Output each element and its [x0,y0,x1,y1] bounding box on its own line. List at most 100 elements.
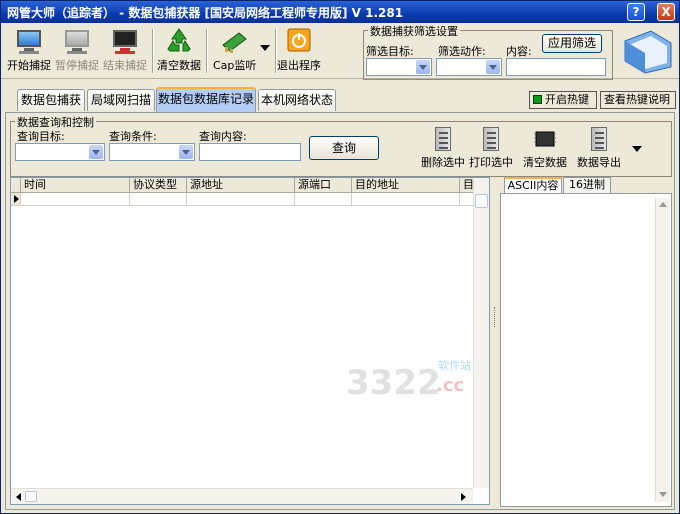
column-header-destination-address[interactable]: 目的地址 [352,178,460,193]
cap-listen-dropdown[interactable] [259,41,271,54]
delete-selected-label: 删除选中 [421,156,465,169]
export-dropdown[interactable] [631,142,643,155]
folder-logo-icon [624,30,672,74]
chevron-down-icon[interactable] [486,60,500,74]
site-watermark: 3322 .cc 软件站 [346,353,486,413]
tab-packet-capture[interactable]: 数据包捕获 [17,89,85,111]
status-indicator-icon [533,95,542,104]
stop-capture-button[interactable]: 结束捕捉 [103,27,147,73]
arrow-up-icon [659,202,667,207]
print-selected-label: 打印选中 [469,156,513,169]
filter-action-combo[interactable] [436,58,502,76]
monitor-network-icon [62,27,92,55]
watermark-suffix: .cc [436,375,465,396]
app-logo [621,27,675,75]
start-capture-button[interactable]: 开始捕捉 [7,27,51,73]
exit-label: 退出程序 [277,59,321,72]
capture-filter-group: 数据捕获筛选设置 筛选目标: 筛选动作: 内容: 应用筛选 [363,23,613,80]
title-bar[interactable]: 网管大师（追踪者） - 数据包捕获器 [国安局网络工程师专用版] V 1.281… [1,1,679,23]
close-button[interactable]: X [657,3,675,21]
query-content-label: 查询内容: [199,130,247,143]
chevron-down-icon[interactable] [89,145,103,159]
enable-hotkey-label: 开启热键 [545,93,589,106]
query-target-label: 查询目标: [17,130,65,143]
window-title: 网管大师（追踪者） - 数据包捕获器 [国安局网络工程师专用版] V 1.281 [7,6,404,20]
filter-target-combo[interactable] [366,58,432,76]
main-tab-bar: 数据包捕获 局域网扫描 数据包数据库记录 本机网络状态 开启热键 查看热键说明 [1,85,679,113]
query-target-combo[interactable] [15,143,105,161]
filter-content-label: 内容: [506,45,532,58]
clear-data-label: 清空数据 [157,59,201,72]
pane-splitter[interactable] [492,177,498,505]
app-window: 网管大师（追踪者） - 数据包捕获器 [国安局网络工程师专用版] V 1.281… [0,0,680,514]
cap-listen-button[interactable]: Cap监听 [213,27,257,73]
table-vertical-scrollbar[interactable] [473,178,489,488]
query-condition-combo[interactable] [109,143,195,161]
chip-icon [532,126,558,152]
enable-hotkey-button[interactable]: 开启热键 [529,91,597,109]
table-horizontal-scrollbar[interactable] [11,488,473,504]
column-header-source-port[interactable]: 源端口 [295,178,352,193]
packet-records-table[interactable]: 时间 协议类型 源地址 源端口 目的地址 目 [10,177,490,505]
apply-filter-button[interactable]: 应用筛选 [542,34,602,53]
scroll-thumb[interactable] [475,194,488,208]
delete-selected-button[interactable]: 删除选中 [421,126,465,170]
hotkey-help-button[interactable]: 查看热键说明 [600,91,676,109]
toolbar-separator [275,29,276,73]
column-header-time[interactable]: 时间 [21,178,130,193]
chevron-down-icon[interactable] [416,60,430,74]
table-cell[interactable] [187,193,295,206]
query-control-group: 数据查询和控制 查询目标: 查询条件: 查询内容: 查询 删除选中 打印选中 清… [10,114,672,177]
column-header-destination-port[interactable]: 目 [460,178,474,193]
clear-database-button[interactable]: 清空数据 [523,126,567,170]
filter-target-label: 筛选目标: [366,45,414,58]
watermark-site: 软件站 [438,359,471,372]
clear-database-label: 清空数据 [523,156,567,169]
detail-vertical-scrollbar[interactable] [655,198,670,502]
arrow-left-icon [16,493,21,501]
print-document-icon [478,126,504,152]
query-button[interactable]: 查询 [309,136,379,160]
chevron-down-icon[interactable] [179,145,193,159]
cap-listen-label: Cap监听 [213,59,257,72]
tab-local-network-status[interactable]: 本机网络状态 [258,89,336,111]
power-icon [284,27,314,55]
arrow-right-icon [461,493,466,501]
chevron-down-icon [632,146,642,152]
toolbar-separator [206,29,207,73]
table-cell[interactable] [130,193,187,206]
tab-hex[interactable]: 16进制 [563,177,611,193]
start-capture-label: 开始捕捉 [7,59,51,72]
packet-detail-pane: ASCII内容 16进制 [500,177,672,507]
stop-capture-label: 结束捕捉 [103,59,147,72]
table-cell[interactable] [460,193,474,206]
table-cell[interactable] [295,193,352,206]
tab-lan-scan[interactable]: 局域网扫描 [87,89,155,111]
pause-capture-button[interactable]: 暂停捕捉 [55,27,99,73]
column-header-source-address[interactable]: 源地址 [187,178,295,193]
scroll-thumb[interactable] [25,491,37,502]
query-content-input[interactable] [199,143,301,161]
column-header-protocol[interactable]: 协议类型 [130,178,187,193]
help-button[interactable]: ? [627,3,645,21]
monitor-icon [14,27,44,55]
exit-button[interactable]: 退出程序 [277,27,321,73]
filter-content-input[interactable] [506,58,606,76]
export-data-label: 数据导出 [577,156,621,169]
row-header-corner [11,178,21,193]
export-data-button[interactable]: 数据导出 [577,126,621,170]
triangle-right-icon [14,195,19,203]
chevron-down-icon [260,45,270,51]
clear-data-button[interactable]: 清空数据 [157,27,201,73]
print-selected-button[interactable]: 打印选中 [469,126,513,170]
table-cell[interactable] [21,193,130,206]
watermark-number: 3322 [346,363,441,403]
export-document-icon [586,126,612,152]
table-cell[interactable] [352,193,460,206]
row-indicator[interactable] [11,193,21,206]
packet-detail-content[interactable] [500,193,672,507]
tab-ascii-content[interactable]: ASCII内容 [504,177,562,193]
query-condition-label: 查询条件: [109,130,157,143]
tab-packet-database[interactable]: 数据包数据库记录 [156,87,256,112]
arrow-down-icon [659,492,667,497]
